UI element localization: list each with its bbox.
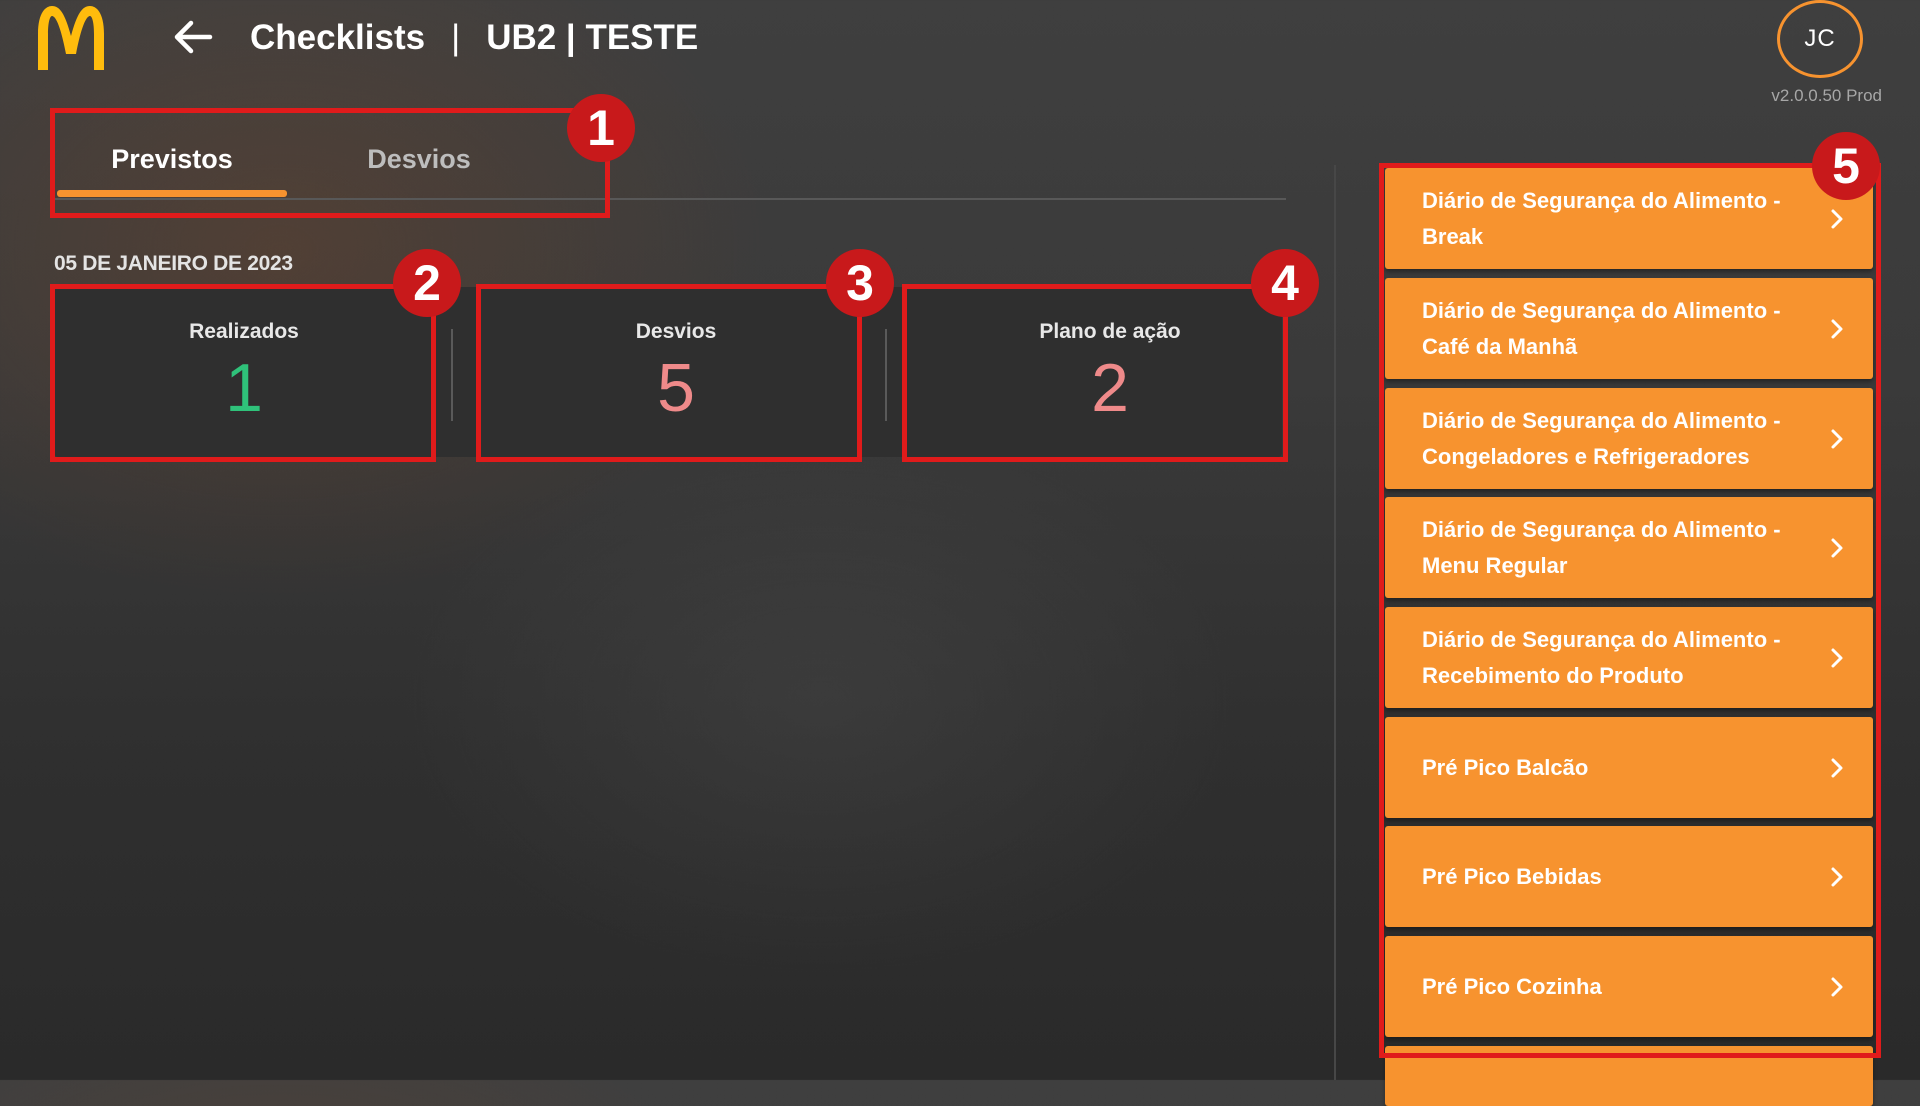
tab-bar: Previstos Desvios (54, 110, 1286, 200)
checklist-item[interactable]: Diário de Segurança do Alimento - Break (1385, 168, 1873, 269)
checklist-item-label: Pré Pico Bebidas (1422, 863, 1602, 889)
checklist-item-label: Pré Pico Cozinha (1422, 973, 1602, 999)
checklist-item[interactable]: Diário de Segurança do Alimento - Menu R… (1385, 497, 1873, 598)
checklist-item[interactable]: Pré Pico Cozinha (1385, 936, 1873, 1037)
checklist-item[interactable]: Diário de Segurança do Alimento - Café d… (1385, 278, 1873, 379)
store-name: UB2 | TESTE (486, 18, 699, 57)
checklist-item-partial[interactable] (1385, 1046, 1873, 1106)
tabs-divider (54, 198, 1286, 200)
stat-label: Plano de ação (1039, 320, 1181, 343)
tab-previstos[interactable]: Previstos (57, 134, 287, 184)
stat-realizados[interactable]: Realizados 1 (54, 287, 434, 457)
stat-plano-de-acao[interactable]: Plano de ação 2 (920, 287, 1300, 457)
panel-divider (1334, 165, 1336, 1080)
stat-value: 1 (225, 350, 263, 426)
checklist-item-label: Diário de Segurança do Alimento - Congel… (1422, 407, 1781, 469)
chevron-right-icon (1831, 867, 1843, 886)
app-version: v2.0.0.50 Prod (1771, 86, 1882, 105)
user-avatar[interactable]: JC (1777, 0, 1863, 78)
stat-value: 5 (657, 350, 695, 426)
checklist-item[interactable]: Pré Pico Balcão (1385, 717, 1873, 818)
title-text: Checklists (250, 18, 426, 57)
checklist-item[interactable]: Diário de Segurança do Alimento - Congel… (1385, 388, 1873, 489)
checklist-item-label: Diário de Segurança do Alimento - Menu R… (1422, 516, 1781, 578)
stat-divider (451, 329, 453, 421)
stat-value: 2 (1091, 350, 1129, 426)
checklist-item-label: Diário de Segurança do Alimento - Café d… (1422, 297, 1781, 359)
active-tab-indicator (57, 190, 287, 197)
chevron-right-icon (1831, 977, 1843, 996)
checklist-item-label: Diário de Segurança do Alimento - Break (1422, 187, 1781, 249)
avatar-initials: JC (1804, 25, 1836, 52)
stat-divider (885, 329, 887, 421)
checklist-item-label: Diário de Segurança do Alimento - Recebi… (1422, 626, 1781, 688)
chevron-right-icon (1831, 538, 1843, 557)
chevron-right-icon (1831, 209, 1843, 228)
stat-label: Desvios (635, 320, 717, 343)
date-label: 05 DE JANEIRO DE 2023 (54, 252, 293, 275)
title-separator: | (451, 18, 461, 57)
chevron-right-icon (1831, 319, 1843, 338)
checklist-item[interactable]: Diário de Segurança do Alimento - Recebi… (1385, 607, 1873, 708)
stats-panel: Realizados 1 Desvios 5 Plano de ação 2 (54, 287, 1282, 457)
checklist-item-label: Pré Pico Balcão (1422, 754, 1589, 780)
tab-desvios[interactable]: Desvios (304, 134, 534, 184)
stat-label: Realizados (189, 320, 299, 343)
back-arrow-icon[interactable] (170, 14, 216, 60)
checklist-item[interactable]: Pré Pico Bebidas (1385, 826, 1873, 927)
chevron-right-icon (1831, 429, 1843, 448)
stat-desvios[interactable]: Desvios 5 (486, 287, 866, 457)
golden-arches-logo (38, 6, 104, 70)
page-title: Checklists | UB2 | TESTE (250, 14, 698, 62)
chevron-right-icon (1831, 758, 1843, 777)
chevron-right-icon (1831, 648, 1843, 667)
